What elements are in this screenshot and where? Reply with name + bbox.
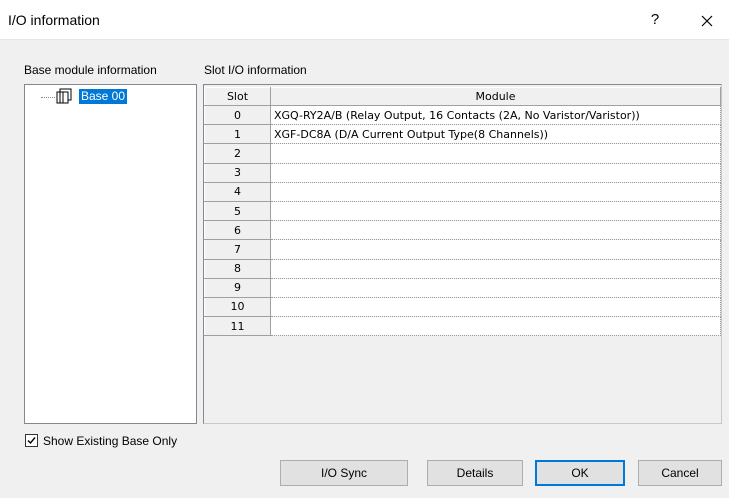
slot-cell[interactable]: 2 — [204, 143, 271, 164]
table-row[interactable]: 0 XGQ-RY2A/B (Relay Output, 16 Contacts (… — [204, 104, 721, 126]
table-row[interactable]: 4 — [204, 181, 721, 202]
slot-info-label: Slot I/O information — [204, 63, 307, 77]
table-row[interactable]: 7 — [204, 239, 721, 260]
slot-cell[interactable]: 7 — [204, 239, 271, 260]
module-cell[interactable] — [270, 143, 721, 164]
table-row[interactable]: 6 — [204, 220, 721, 241]
title-bar: I/O information ? — [0, 0, 729, 40]
slot-cell[interactable]: 6 — [204, 220, 271, 241]
slot-cell[interactable]: 3 — [204, 162, 271, 183]
tree-item-base-00[interactable]: Base 00 — [79, 89, 128, 104]
slot-cell[interactable]: 5 — [204, 200, 271, 222]
slot-cell[interactable]: 11 — [204, 316, 271, 337]
table-row[interactable]: 1 XGF-DC8A (D/A Current Output Type(8 Cha… — [204, 124, 721, 145]
module-cell[interactable] — [270, 316, 721, 337]
slot-io-grid[interactable]: Slot Module 0 XGQ-RY2A/B (Relay Output, 1… — [203, 84, 722, 424]
checkbox-box[interactable] — [25, 434, 38, 447]
base-tree[interactable]: Base 00 — [24, 84, 197, 424]
slot-cell[interactable]: 4 — [204, 181, 271, 202]
module-cell[interactable]: XGQ-RY2A/B (Relay Output, 16 Contacts (2… — [270, 105, 721, 126]
table-row[interactable]: 11 — [204, 316, 721, 337]
module-cell[interactable] — [270, 297, 721, 318]
details-button[interactable]: Details — [427, 460, 523, 486]
slot-cell[interactable]: 1 — [204, 124, 271, 145]
checkbox-label: Show Existing Base Only — [43, 434, 178, 448]
table-row[interactable]: 10 — [204, 296, 721, 318]
slot-cell[interactable]: 10 — [204, 296, 271, 318]
slot-table: Slot Module 0 XGQ-RY2A/B (Relay Output, 1… — [204, 87, 721, 337]
table-row[interactable]: 3 — [204, 162, 721, 183]
module-cell[interactable] — [270, 220, 721, 241]
slot-cell[interactable]: 8 — [204, 258, 271, 279]
help-button[interactable]: ? — [643, 8, 667, 32]
close-button[interactable] — [693, 8, 721, 32]
window-title: I/O information — [8, 12, 100, 28]
table-row[interactable]: 5 — [204, 200, 721, 222]
table-row[interactable]: 9 — [204, 277, 721, 298]
module-cell[interactable] — [270, 182, 721, 202]
io-sync-button[interactable]: I/O Sync — [280, 460, 408, 486]
table-row[interactable]: 8 — [204, 258, 721, 279]
tree-connector — [41, 97, 55, 98]
module-cell[interactable] — [270, 239, 721, 260]
module-cell[interactable] — [270, 278, 721, 298]
base-module-icon — [56, 88, 72, 104]
slot-cell[interactable]: 9 — [204, 277, 271, 298]
module-cell[interactable] — [270, 259, 721, 279]
close-icon — [701, 15, 713, 27]
module-cell[interactable] — [270, 163, 721, 183]
slot-cell[interactable]: 0 — [204, 104, 271, 126]
base-info-label: Base module information — [24, 63, 157, 77]
cancel-button[interactable]: Cancel — [638, 460, 722, 486]
slot-column-header[interactable]: Slot — [204, 87, 271, 106]
ok-button[interactable]: OK — [535, 460, 625, 486]
check-icon — [27, 437, 36, 445]
module-column-header[interactable]: Module — [270, 87, 721, 106]
module-cell[interactable] — [270, 201, 721, 222]
table-row[interactable]: 2 — [204, 143, 721, 164]
module-cell[interactable]: XGF-DC8A (D/A Current Output Type(8 Chan… — [270, 124, 721, 145]
